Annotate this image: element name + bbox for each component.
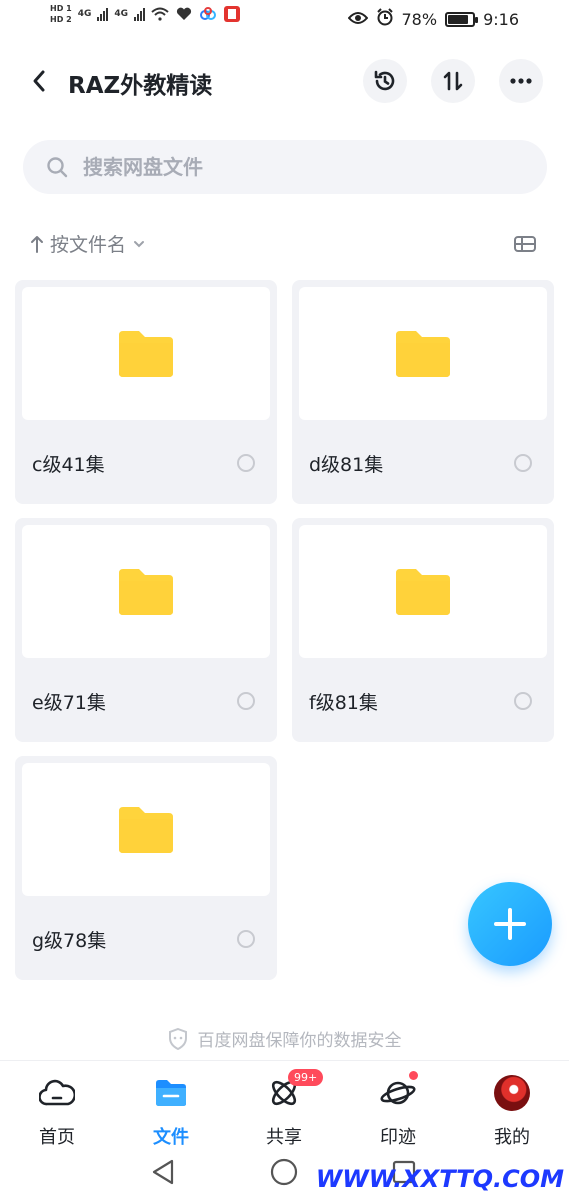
network2-label: 4G [114,9,128,19]
folder-icon [119,330,173,377]
bottom-nav: 首页 文件 99+ 共享 印迹 我的 [0,1060,569,1150]
home-circle-icon[interactable] [270,1158,298,1186]
sort-label: 按文件名 [50,234,127,256]
history-icon [374,70,395,91]
cloud-home-icon [37,1073,77,1113]
network1-label: 4G [77,9,92,19]
wifi-icon [151,5,169,23]
folder-icon [151,1073,191,1113]
planet-icon [378,1071,418,1113]
nav-me-label: 我的 [494,1127,530,1148]
transfer-arrows-icon [443,71,463,91]
nav-home[interactable]: 首页 [17,1073,97,1149]
nav-home-label: 首页 [39,1127,75,1148]
folder-thumbnail [22,525,270,658]
folder-name: d级81集 [309,454,384,476]
folder-thumbnail [22,763,270,896]
search-icon [47,157,68,178]
select-radio[interactable] [237,692,255,710]
nav-traces[interactable]: 印迹 [358,1071,438,1149]
nav-me[interactable]: 我的 [472,1073,552,1149]
nav-traces-label: 印迹 [380,1127,416,1148]
plus-icon [494,908,526,940]
signal1-icon [97,7,109,21]
nav-share[interactable]: 99+ 共享 [244,1069,324,1149]
page-title: RAZ外教精读 [68,73,213,99]
app-header: RAZ外教精读 [0,50,569,112]
baidu-cloud-icon [199,5,217,23]
folder-card[interactable]: f级81集 [292,518,554,742]
folder-name: c级41集 [32,454,105,476]
folder-icon [119,806,173,853]
folder-icon [119,568,173,615]
watermark-text: WWW.XXTTQ.COM [315,1165,564,1193]
security-note-text: 百度网盘保障你的数据安全 [197,1031,402,1051]
select-radio[interactable] [237,930,255,948]
chevron-down-icon [134,240,145,247]
search-bar[interactable] [23,140,547,194]
shield-icon [168,1027,187,1050]
select-radio[interactable] [514,692,532,710]
back-triangle-icon[interactable] [150,1158,176,1186]
nav-files-label: 文件 [153,1127,189,1148]
select-radio[interactable] [514,454,532,472]
folder-card[interactable]: c级41集 [15,280,277,504]
folder-thumbnail [299,525,547,658]
sort-dropdown[interactable]: 按文件名 [30,230,146,257]
chevron-left-icon [33,70,45,92]
transfer-button[interactable] [431,59,475,103]
sim2-label: HD 2 [50,15,72,24]
folder-name: f级81集 [309,692,378,714]
eye-comfort-icon [347,10,368,29]
history-button[interactable] [363,59,407,103]
folder-card[interactable]: g级78集 [15,756,277,980]
share-badge: 99+ [288,1069,324,1086]
book-app-icon [223,5,241,23]
back-button[interactable] [22,64,56,98]
folder-name: g级78集 [32,930,107,952]
share-atom-icon: 99+ [264,1069,324,1113]
add-button[interactable] [468,882,552,966]
nav-share-label: 共享 [266,1127,302,1148]
sim1-label: HD 1 [50,4,72,13]
more-button[interactable] [499,59,543,103]
battery-percent: 78% [401,9,438,29]
folder-icon [396,330,450,377]
folder-thumbnail [22,287,270,420]
notification-dot [409,1071,418,1080]
search-input[interactable] [83,155,483,179]
nav-files[interactable]: 文件 [131,1073,211,1149]
sort-arrow-up-icon [31,235,43,253]
signal2-icon [134,7,145,21]
health-heart-icon [175,5,193,23]
battery-icon [445,11,479,27]
more-dots-icon [510,78,532,84]
folder-thumbnail [299,287,547,420]
status-bar: HD 1 HD 2 4G 4G 78% 9:16 [0,0,569,40]
list-view-toggle-icon[interactable] [513,233,537,255]
select-radio[interactable] [237,454,255,472]
folder-name: e级71集 [32,692,106,714]
avatar [494,1075,530,1111]
alarm-icon [376,8,394,30]
sort-row: 按文件名 [0,226,569,262]
folder-card[interactable]: e级71集 [15,518,277,742]
clock-time: 9:16 [483,9,519,29]
avatar-wrapper [492,1073,532,1113]
folder-card[interactable]: d级81集 [292,280,554,504]
security-note: 百度网盘保障你的数据安全 [0,1026,569,1051]
folder-icon [396,568,450,615]
